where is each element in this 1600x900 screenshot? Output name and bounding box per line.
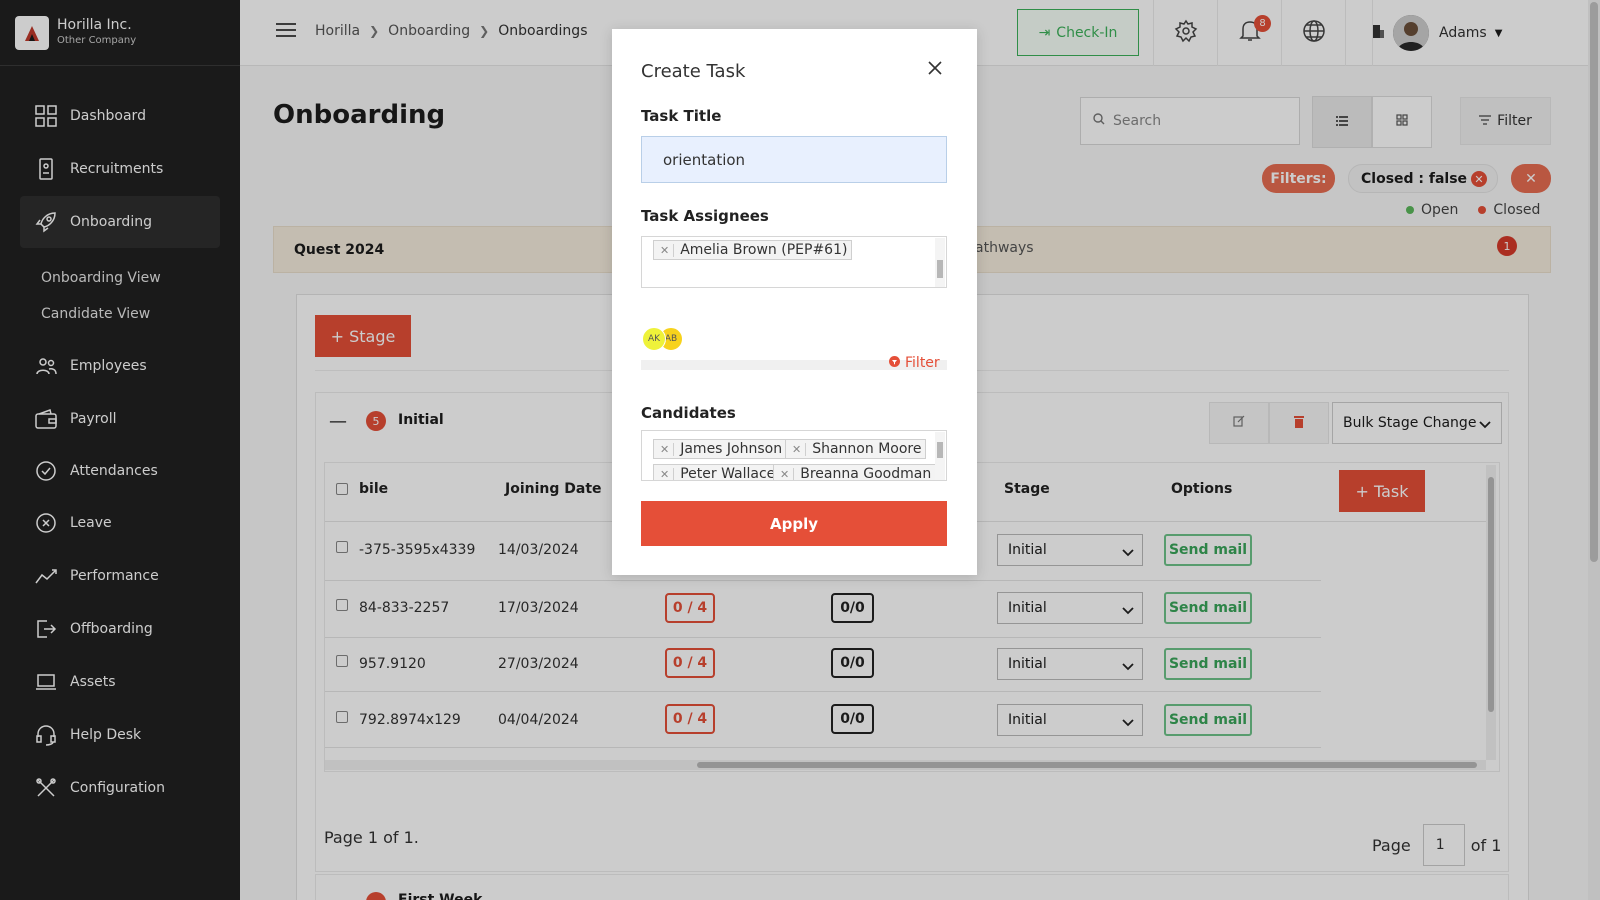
candidate-chip: ✕ James Johnson xyxy=(653,439,788,459)
scrollbar-thumb[interactable] xyxy=(937,442,943,458)
remove-chip-icon[interactable]: ✕ xyxy=(788,442,807,456)
remove-chip-icon[interactable]: ✕ xyxy=(656,467,675,480)
remove-chip-icon[interactable]: ✕ xyxy=(656,442,675,456)
remove-chip-icon[interactable]: ✕ xyxy=(656,243,675,257)
task-assignees-label: Task Assignees xyxy=(641,207,769,225)
task-title-label: Task Title xyxy=(641,107,722,125)
avatar-initials: AB xyxy=(664,334,678,344)
candidate-chip-label: James Johnson xyxy=(680,441,783,457)
candidate-chip: ✕ Shannon Moore xyxy=(785,439,927,459)
modal-title: Create Task xyxy=(641,61,746,82)
task-title-input[interactable]: orientation xyxy=(641,136,947,183)
candidate-chip-label: Breanna Goodman xyxy=(800,466,932,481)
avatar-initials: AK xyxy=(647,334,661,344)
candidates-select[interactable]: ✕ James Johnson ✕ Shannon Moore ✕ Peter … xyxy=(641,430,947,481)
candidate-chip: ✕ Peter Wallace xyxy=(653,464,781,481)
candidate-chip: ✕ Breanna Goodman xyxy=(773,464,937,481)
avatar: AK xyxy=(642,327,666,351)
filter-link[interactable]: Filter xyxy=(889,355,940,371)
assignee-chip-label: Amelia Brown (PEP#61) xyxy=(680,242,848,258)
assignee-chip: ✕ Amelia Brown (PEP#61) xyxy=(653,240,853,260)
task-assignees-select[interactable]: ✕ Amelia Brown (PEP#61) xyxy=(641,236,947,288)
apply-button[interactable]: Apply xyxy=(641,501,947,546)
assignees-scrollbar[interactable] xyxy=(935,238,945,287)
candidate-chip-label: Peter Wallace xyxy=(680,466,776,481)
candidate-chip-label: Shannon Moore xyxy=(812,441,922,457)
close-icon[interactable] xyxy=(928,61,942,79)
remove-chip-icon[interactable]: ✕ xyxy=(776,467,795,480)
candidates-scrollbar[interactable] xyxy=(935,432,945,480)
filter-icon xyxy=(889,355,900,371)
create-task-modal: Create Task Task Title orientation Task … xyxy=(612,29,977,575)
filter-link-label: Filter xyxy=(905,355,940,371)
candidates-label: Candidates xyxy=(641,404,736,422)
scrollbar-thumb[interactable] xyxy=(937,260,943,278)
